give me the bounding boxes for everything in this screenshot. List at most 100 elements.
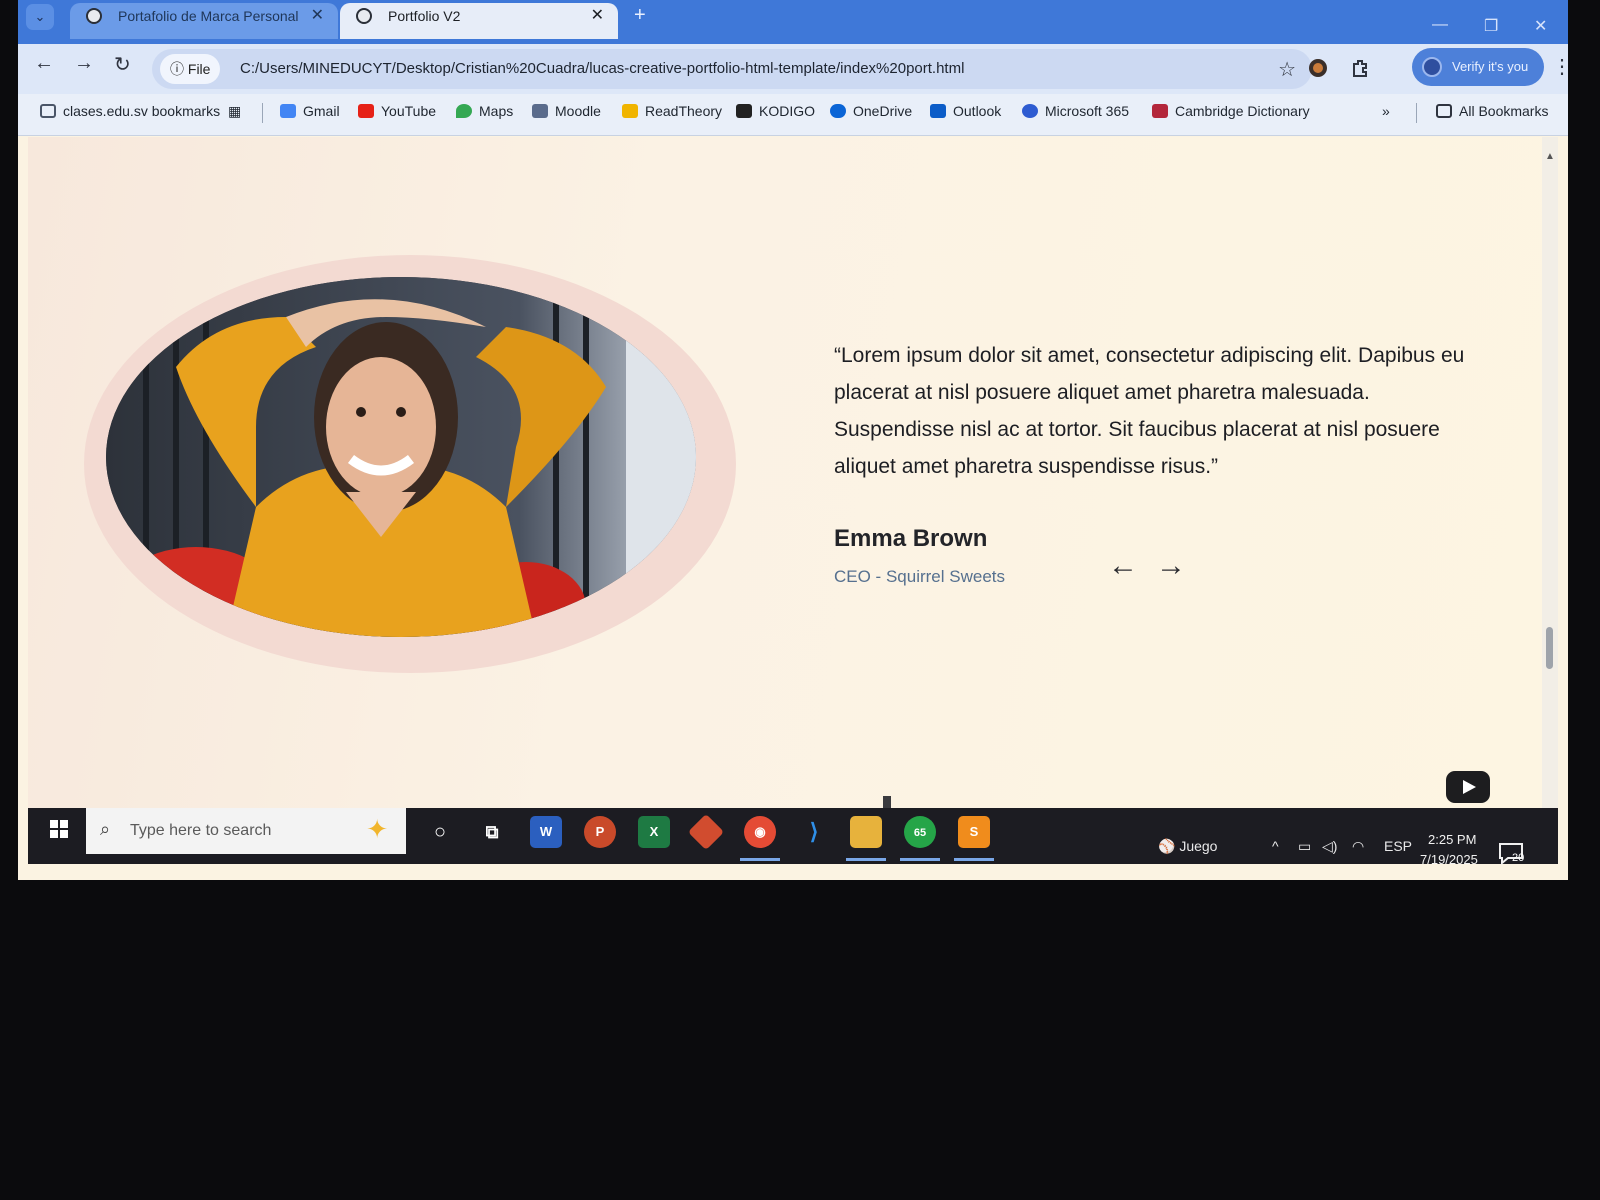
cloud-icon xyxy=(830,104,846,118)
windows-start-icon[interactable] xyxy=(38,808,80,852)
clock-time[interactable]: 2:25 PM xyxy=(1428,832,1476,847)
play-icon xyxy=(1463,780,1476,794)
excel-icon[interactable]: X xyxy=(638,816,670,848)
shield-icon xyxy=(1152,104,1168,118)
copilot-sparkle-icon[interactable]: ✦ xyxy=(366,814,388,845)
word-icon[interactable]: W xyxy=(530,816,562,848)
notifications-icon[interactable]: 20 xyxy=(1498,842,1528,866)
new-tab-icon[interactable]: + xyxy=(634,4,646,27)
restore-icon[interactable]: ❐ xyxy=(1484,16,1498,36)
scroll-up-icon[interactable]: ▲ xyxy=(1545,151,1555,162)
profile-verify-button[interactable]: Verify it's you xyxy=(1412,48,1544,86)
testimonial-quote: “Lorem ipsum dolor sit amet, consectetur… xyxy=(834,344,1465,478)
tab-strip: ⌄ Portafolio de Marca Personal ✕ Portfol… xyxy=(18,0,1568,46)
folder-icon xyxy=(1436,104,1452,118)
tab-portfolio-v2[interactable]: Portfolio V2 ✕ xyxy=(340,3,618,39)
git-icon[interactable] xyxy=(687,813,725,851)
tab-search-button[interactable]: ⌄ xyxy=(26,4,54,30)
scroll-thumb[interactable] xyxy=(1546,627,1553,669)
tab-title: Portafolio de Marca Personal xyxy=(118,8,299,24)
url-text[interactable]: C:/Users/MINEDUCYT/Desktop/Cristian%20Cu… xyxy=(240,60,964,77)
profile-avatar-icon xyxy=(1422,57,1442,77)
bookmark-m365[interactable]: Microsoft 365 xyxy=(1022,103,1129,119)
windows-taskbar: ⌕ Type here to search ✦ ○ ⧉ W P X ◉ ⟩ 65… xyxy=(28,808,1558,867)
clock-date[interactable]: 7/19/2025 xyxy=(1420,852,1478,867)
next-testimonial-arrow-icon[interactable]: → xyxy=(1156,549,1186,583)
extension-record-icon[interactable] xyxy=(1308,58,1328,78)
outlook-icon xyxy=(930,104,946,118)
heading-glyph-tops xyxy=(763,796,891,809)
close-tab-icon[interactable]: ✕ xyxy=(591,3,604,29)
prev-testimonial-arrow-icon[interactable]: ← xyxy=(1108,549,1138,583)
bookmark-label: Gmail xyxy=(303,103,340,119)
bookmark-label: YouTube xyxy=(381,103,437,119)
powerpoint-icon[interactable]: P xyxy=(584,816,616,848)
reload-icon[interactable]: ↻ xyxy=(114,52,131,77)
bookmark-onedrive[interactable]: OneDrive xyxy=(830,103,912,119)
whatsapp-icon[interactable]: 65 xyxy=(904,816,936,848)
extensions-puzzle-icon[interactable] xyxy=(1350,58,1370,78)
bookmark-label: All Bookmarks xyxy=(1459,103,1549,119)
bookmark-moodle[interactable]: Moodle xyxy=(532,103,601,119)
bookmarks-bar: clases.edu.sv bookmarks ▦ Gmail YouTube … xyxy=(18,94,1568,136)
bookmark-label: clases.edu.sv bookmarks xyxy=(63,103,221,119)
tab-portafolio[interactable]: Portafolio de Marca Personal ✕ xyxy=(70,3,338,39)
testimonial-section: “Lorem ipsum dolor sit amet, consectetur… xyxy=(28,137,1542,809)
bookmark-kodigo[interactable]: KODIGO xyxy=(736,103,815,119)
all-bookmarks[interactable]: All Bookmarks xyxy=(1436,103,1548,119)
readtheory-icon xyxy=(622,104,638,118)
volume-icon[interactable]: ◁) xyxy=(1322,838,1337,855)
bookmark-youtube[interactable]: YouTube xyxy=(358,103,436,119)
wifi-icon[interactable]: ◠ xyxy=(1352,838,1364,855)
taskbar-search[interactable]: ⌕ Type here to search ✦ xyxy=(86,808,406,854)
task-view-icon[interactable]: ⧉ xyxy=(476,816,508,848)
file-explorer-icon[interactable] xyxy=(850,816,882,848)
site-info-chip[interactable]: ⓘ File xyxy=(160,54,221,84)
bookmark-cambridge[interactable]: Cambridge Dictionary xyxy=(1152,103,1310,119)
moodle-icon xyxy=(532,104,548,118)
weather-widget[interactable]: ⚾ Juego xyxy=(1158,838,1217,855)
back-icon[interactable]: ← xyxy=(34,52,54,75)
search-icon: ⌕ xyxy=(100,819,111,839)
bookmark-label: Outlook xyxy=(953,103,1002,119)
close-tab-icon[interactable]: ✕ xyxy=(311,3,324,29)
open-app-indicator xyxy=(954,858,994,861)
bookmark-star-icon[interactable]: ☆ xyxy=(1278,57,1296,82)
more-bookmarks-icon[interactable]: » xyxy=(1382,103,1390,119)
testimonial-role: CEO - Squirrel Sweets xyxy=(834,567,1005,586)
language-indicator[interactable]: ESP xyxy=(1384,838,1412,854)
minimize-icon[interactable]: — xyxy=(1432,16,1448,34)
youtube-play-button[interactable] xyxy=(1446,771,1490,803)
bookmark-readtheory[interactable]: ReadTheory xyxy=(622,103,722,119)
map-pin-icon xyxy=(456,104,472,118)
woman-portrait-illustration xyxy=(106,277,696,637)
page-scrollbar[interactable]: ▲ ▼ xyxy=(1542,137,1558,822)
file-label: File xyxy=(187,61,211,77)
close-window-icon[interactable]: ✕ xyxy=(1534,16,1547,36)
bookmark-maps[interactable]: Maps xyxy=(456,103,513,119)
battery-icon[interactable]: ▭ xyxy=(1298,838,1311,855)
youtube-icon xyxy=(358,104,374,118)
forward-icon[interactable]: → xyxy=(74,52,94,75)
chrome-icon[interactable]: ◉ xyxy=(744,816,776,848)
menu-kebab-icon[interactable]: ⋮ xyxy=(1552,54,1568,79)
whatsapp-badge: 65 xyxy=(913,827,927,839)
bookmark-label: Microsoft 365 xyxy=(1045,103,1130,119)
cortana-icon[interactable]: ○ xyxy=(424,816,456,848)
address-bar[interactable]: ⓘ File C:/Users/MINEDUCYT/Desktop/Cristi… xyxy=(152,49,1312,89)
sublime-text-icon[interactable]: S xyxy=(958,816,990,848)
bookmark-outlook[interactable]: Outlook xyxy=(930,103,1001,119)
active-app-indicator xyxy=(740,858,780,861)
bookmark-clases[interactable]: clases.edu.sv bookmarks xyxy=(40,103,220,119)
browser-toolbar: ← → ↻ ⓘ File C:/Users/MINEDUCYT/Desktop/… xyxy=(18,44,1568,94)
bookmark-label: Maps xyxy=(479,103,514,119)
testimonial-author: Emma Brown xyxy=(834,525,988,552)
notification-count: 20 xyxy=(1512,852,1525,864)
globe-icon xyxy=(86,8,102,24)
apps-grid-icon[interactable]: ▦ xyxy=(228,103,241,120)
bookmark-gmail[interactable]: Gmail xyxy=(280,103,340,119)
bookmark-label: KODIGO xyxy=(759,103,816,119)
vscode-icon[interactable]: ⟩ xyxy=(798,816,830,848)
divider xyxy=(1416,103,1417,123)
tray-chevron-icon[interactable]: ^ xyxy=(1272,838,1279,854)
